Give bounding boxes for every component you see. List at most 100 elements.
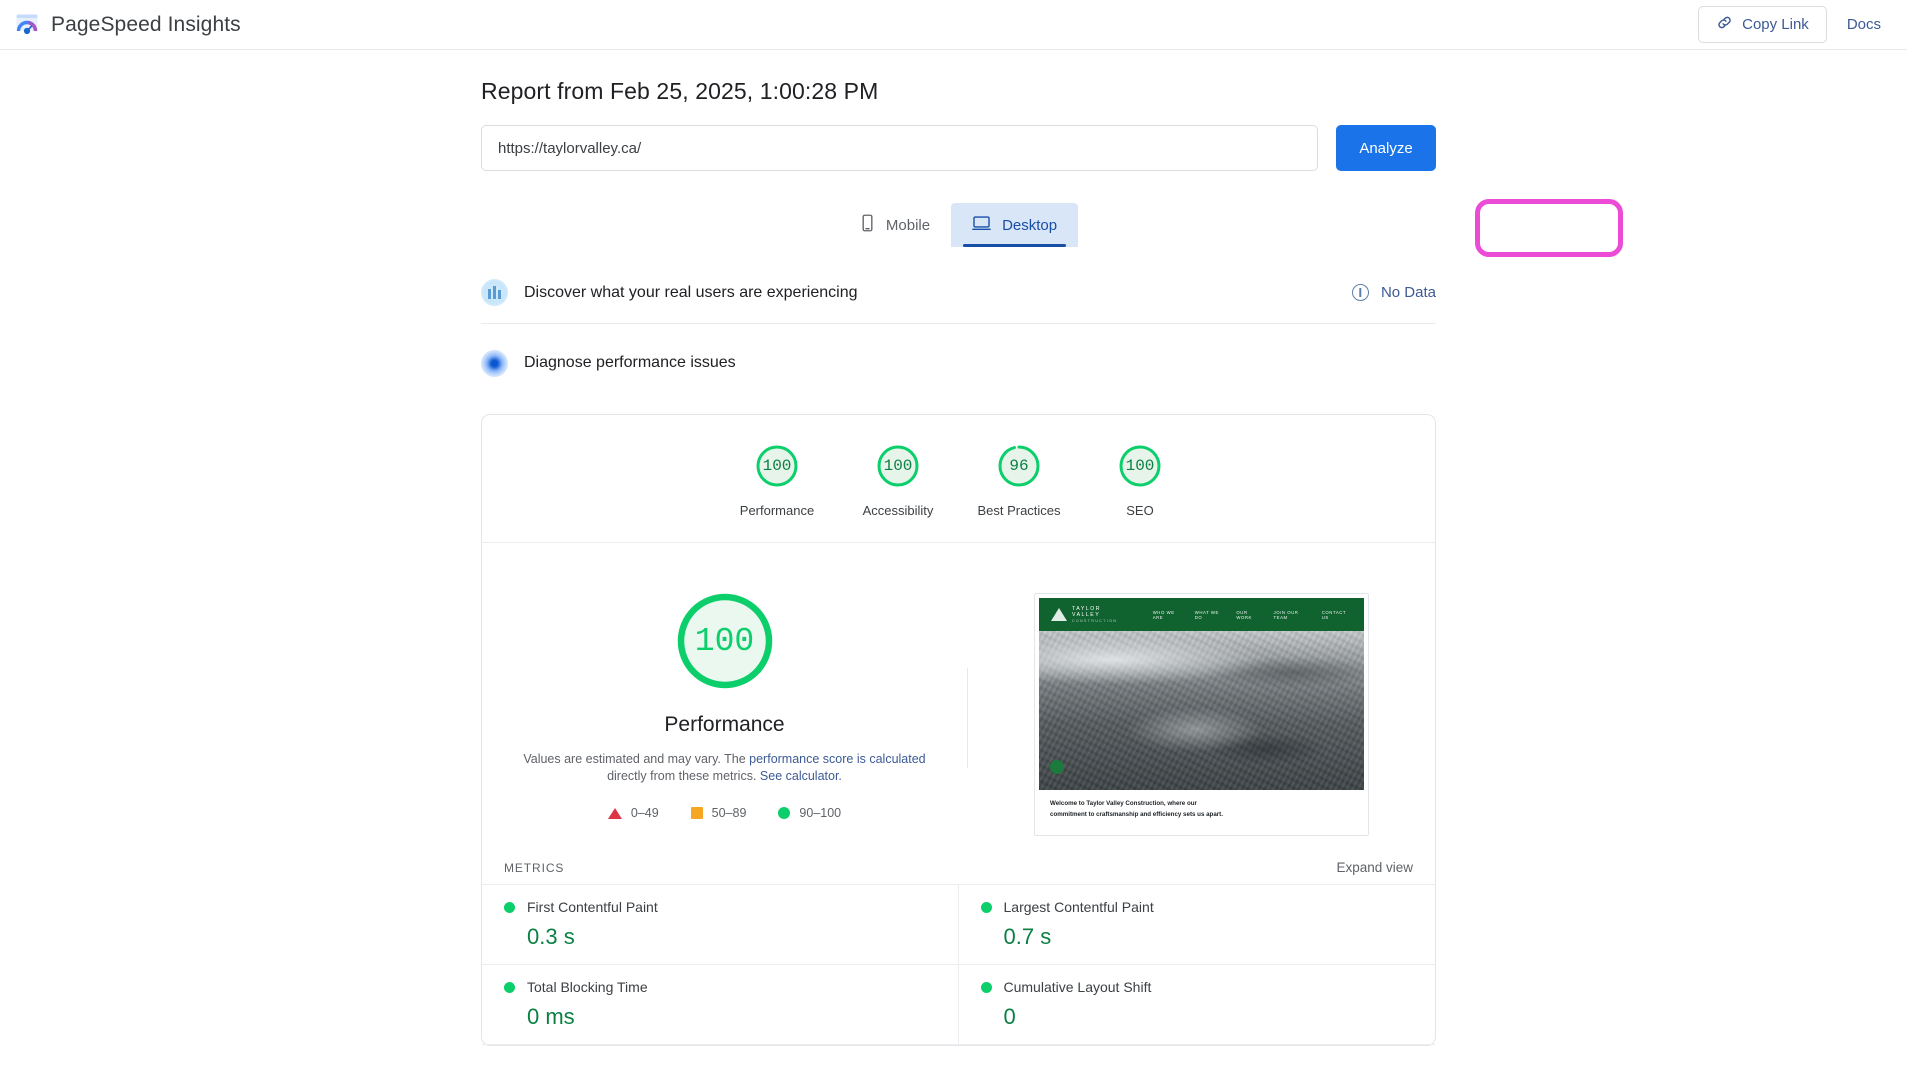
legend-item-average: 50–89 (690, 806, 747, 820)
no-data-text: No Data (1380, 284, 1436, 301)
metrics-grid: First Contentful Paint 0.3 s Largest Con… (482, 884, 1435, 1045)
thumbnail-brand-line2: CONSTRUCTION (1072, 619, 1118, 624)
tab-desktop[interactable]: Desktop (951, 203, 1079, 247)
metric-name: First Contentful Paint (527, 899, 658, 915)
url-input[interactable] (481, 125, 1318, 171)
thumbnail-nav-links: WHO WE ARE WHAT WE DO OUR WORK JOIN OUR … (1153, 610, 1352, 620)
thumbnail-nav-link: JOIN OUR TEAM (1273, 609, 1299, 620)
desktop-monitor-icon (972, 214, 991, 236)
performance-summary: 100 Performance Values are estimated and… (482, 543, 1435, 846)
score-legend: 0–49 50–89 90–100 (607, 806, 841, 820)
performance-description-part2: directly from these metrics. (607, 768, 760, 783)
gauge-performance-value: 100 (762, 457, 792, 475)
diagnose-dot-icon (481, 349, 508, 377)
desktop-tab-highlight-ring (1475, 199, 1623, 257)
thumbnail-inner: TAYLOR VALLEY CONSTRUCTION WHO WE ARE WH… (1039, 598, 1364, 831)
gauge-seo-value: 100 (1125, 457, 1155, 475)
gauge-best-practices-label: Best Practices (977, 503, 1061, 518)
thumbnail-site-logo: TAYLOR VALLEY CONSTRUCTION (1051, 606, 1127, 624)
thumbnail-nav-link: WHAT WE DO (1194, 609, 1219, 620)
real-users-chart-icon (481, 279, 508, 306)
tab-desktop-label: Desktop (1002, 216, 1058, 234)
legend-item-fail: 0–49 (607, 806, 659, 820)
thumbnail-hero-image (1039, 631, 1364, 791)
gauge-performance[interactable]: 100 Performance (717, 443, 838, 518)
thumbnail-nav-link: OUR WORK (1236, 609, 1252, 620)
thumbnail-brand-text: TAYLOR VALLEY CONSTRUCTION (1072, 606, 1127, 624)
metric-value: 0.7 s (1003, 924, 1052, 949)
performance-title: Performance (664, 713, 785, 736)
status-dot-icon (504, 901, 515, 913)
mountain-logo-icon (1051, 608, 1067, 621)
legend-range-pass: 90–100 (799, 806, 842, 820)
page-screenshot-thumbnail: TAYLOR VALLEY CONSTRUCTION WHO WE ARE WH… (1034, 593, 1369, 836)
metrics-header: METRICS Expand view (482, 846, 1435, 884)
triangle-red-icon (607, 807, 622, 819)
see-calculator-link[interactable]: See calculator. (760, 769, 842, 783)
page-body: Report from Feb 25, 2025, 1:00:28 PM Ana… (0, 50, 1907, 1064)
gauge-seo[interactable]: 100 SEO (1080, 443, 1201, 518)
metric-header: Largest Contentful Paint (980, 899, 1414, 915)
performance-score-value: 100 (694, 622, 755, 660)
performance-score-calculated-link[interactable]: performance score is calculated (749, 752, 925, 766)
legend-range-average: 50–89 (711, 806, 747, 820)
metrics-section-label: METRICS (504, 860, 565, 875)
metric-total-blocking-time[interactable]: Total Blocking Time 0 ms (482, 965, 959, 1045)
status-dot-icon (504, 981, 515, 993)
score-ring-performance: 100 (754, 443, 800, 489)
analyze-button[interactable]: Analyze (1336, 125, 1436, 171)
performance-score-panel: 100 Performance Values are estimated and… (482, 589, 967, 836)
gauge-performance-label: Performance (739, 503, 815, 518)
performance-score-ring: 100 (673, 589, 777, 693)
thumbnail-caption: Welcome to Taylor Valley Construction, w… (1039, 790, 1364, 831)
metric-value: 0.3 s (527, 924, 575, 949)
performance-description-part1: Values are estimated and may vary. The (523, 752, 750, 766)
copy-link-button[interactable]: Copy Link (1698, 6, 1827, 43)
status-dot-icon (980, 981, 992, 993)
url-form: Analyze (481, 125, 1436, 171)
field-data-label: Discover what your real users are experi… (524, 283, 858, 301)
lab-data-section-header[interactable]: Diagnose performance issues (481, 332, 1436, 394)
thumbnail-brand-line1: TAYLOR VALLEY (1072, 605, 1101, 618)
thumbnail-nav-link: WHO WE ARE (1152, 609, 1175, 620)
legend-item-pass: 90–100 (778, 806, 841, 820)
brand-title: PageSpeed Insights (51, 12, 241, 36)
app-header: PageSpeed Insights Copy Link Docs (0, 0, 1907, 50)
metric-header: First Contentful Paint (504, 899, 936, 915)
info-icon (1351, 284, 1369, 301)
pagespeed-logo-icon (14, 12, 40, 38)
gauge-best-practices[interactable]: 96 Best Practices (959, 443, 1080, 518)
metric-cumulative-layout-shift[interactable]: Cumulative Layout Shift 0 (958, 965, 1435, 1045)
score-ring-seo: 100 (1117, 443, 1163, 489)
score-ring-accessibility: 100 (875, 443, 921, 489)
lab-data-label: Diagnose performance issues (524, 354, 736, 371)
circle-green-icon (778, 807, 791, 819)
expand-view-button[interactable]: Expand view (1336, 860, 1413, 875)
category-score-gauges: 100 Performance 100 Accessibility 96 Bes… (482, 415, 1435, 543)
thumbnail-caption-line2: commitment to craftsmanship and efficien… (1050, 811, 1223, 819)
metric-name: Cumulative Layout Shift (1003, 979, 1152, 995)
tab-mobile[interactable]: Mobile (839, 203, 951, 247)
status-dot-icon (980, 901, 992, 913)
page-title: Report from Feb 25, 2025, 1:00:28 PM (481, 78, 879, 104)
metric-first-contentful-paint[interactable]: First Contentful Paint 0.3 s (482, 885, 959, 965)
header-actions: Copy Link Docs (1698, 6, 1881, 43)
legend-range-fail: 0–49 (630, 806, 659, 820)
brand: PageSpeed Insights (14, 12, 241, 38)
score-ring-best-practices: 96 (996, 443, 1042, 489)
gauge-accessibility[interactable]: 100 Accessibility (838, 443, 959, 518)
screenshot-panel: TAYLOR VALLEY CONSTRUCTION WHO WE ARE WH… (968, 589, 1435, 836)
docs-link[interactable]: Docs (1847, 16, 1881, 33)
metric-name: Largest Contentful Paint (1003, 899, 1154, 915)
metric-header: Cumulative Layout Shift (980, 979, 1414, 995)
field-data-section-header[interactable]: Discover what your real users are experi… (481, 262, 1436, 324)
thumbnail-caption-line1: Welcome to Taylor Valley Construction, w… (1050, 800, 1197, 808)
thumbnail-site-nav: TAYLOR VALLEY CONSTRUCTION WHO WE ARE WH… (1039, 598, 1364, 631)
field-data-status: No Data (1351, 284, 1436, 301)
gauge-seo-label: SEO (1126, 503, 1154, 518)
metric-name: Total Blocking Time (527, 979, 648, 995)
content-column: Report from Feb 25, 2025, 1:00:28 PM Ana… (471, 78, 1623, 1046)
metric-largest-contentful-paint[interactable]: Largest Contentful Paint 0.7 s (958, 885, 1435, 965)
tab-mobile-label: Mobile (885, 216, 931, 234)
metric-value: 0 ms (527, 1004, 575, 1029)
